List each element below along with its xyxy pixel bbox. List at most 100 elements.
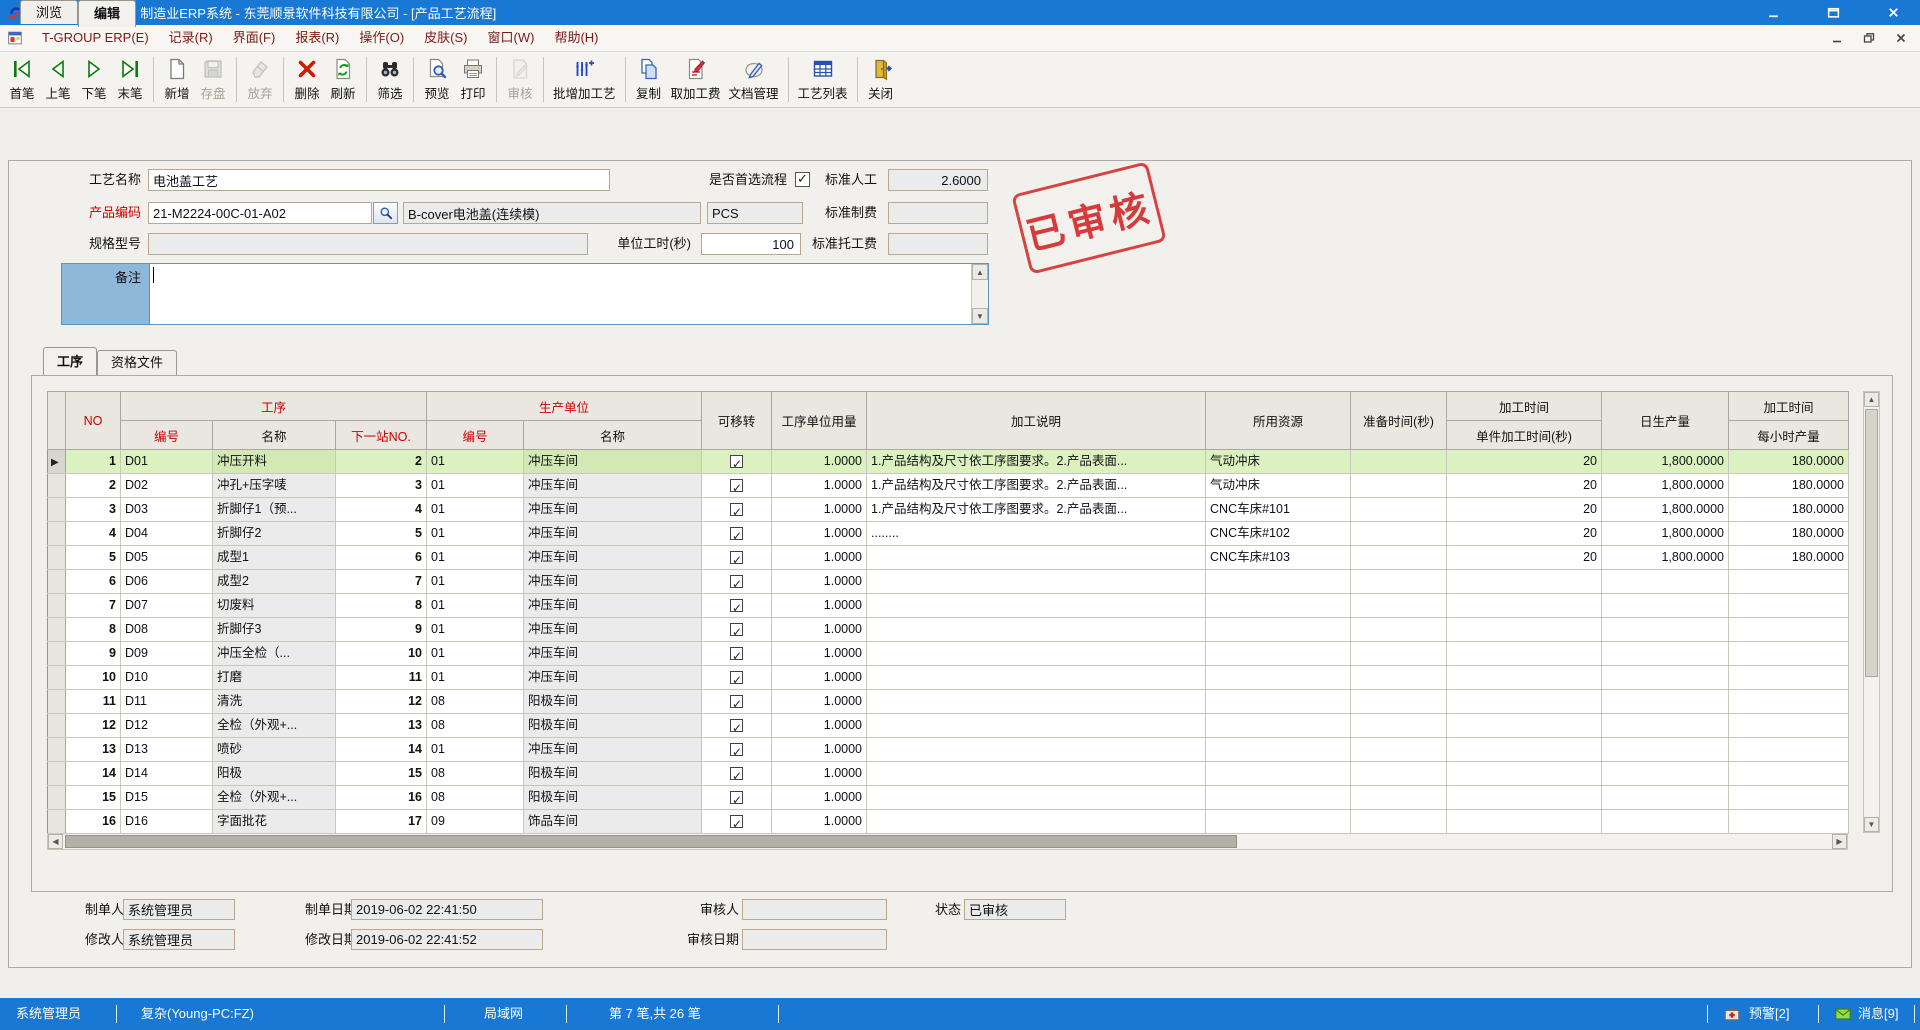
movable-checkbox[interactable] — [730, 695, 743, 708]
product-name-input[interactable] — [403, 202, 701, 224]
menu-item-0[interactable]: T-GROUP ERP(E) — [32, 25, 159, 51]
unit-input[interactable] — [707, 202, 803, 224]
movable-checkbox[interactable] — [730, 743, 743, 756]
table-row[interactable]: 13D13喷砂1401冲压车间1.0000 — [48, 738, 1849, 762]
movable-checkbox[interactable] — [730, 479, 743, 492]
toolbar-button-first-record[interactable]: 首笔 — [4, 52, 40, 107]
movable-checkbox[interactable] — [730, 503, 743, 516]
toolbar-button-last-record[interactable]: 末笔 — [112, 52, 148, 107]
scroll-right-icon[interactable]: ▶ — [1832, 834, 1847, 849]
horizontal-scroll-thumb[interactable] — [65, 835, 1237, 848]
scroll-up-icon[interactable]: ▲ — [972, 264, 988, 280]
header-process-code[interactable]: 编号 — [121, 421, 213, 450]
menu-item-6[interactable]: 窗口(W) — [478, 25, 545, 51]
header-unit-time[interactable]: 单件加工时间(秒) — [1447, 421, 1602, 450]
scroll-left-icon[interactable]: ◀ — [48, 834, 63, 849]
std-mfg-fee-input[interactable] — [888, 202, 988, 224]
vertical-scroll-thumb[interactable] — [1865, 409, 1878, 677]
table-row[interactable]: 16D16字面批花1709饰品车间1.0000 — [48, 810, 1849, 834]
statusbar-messages[interactable]: 消息[9] — [1858, 998, 1898, 1030]
remark-textarea[interactable] — [150, 264, 971, 324]
movable-checkbox[interactable] — [730, 623, 743, 636]
toolbar-button-close[interactable]: 关闭 — [863, 52, 899, 107]
tab-browse[interactable]: 浏览 — [20, 0, 78, 24]
table-row[interactable]: 3D03折脚仔1（预...401冲压车间1.00001.产品结构及尺寸依工序图要… — [48, 498, 1849, 522]
table-row[interactable]: 14D14阳极1508阳极车间1.0000 — [48, 762, 1849, 786]
table-row[interactable]: 12D12全检（外观+...1308阳极车间1.0000 — [48, 714, 1849, 738]
movable-checkbox[interactable] — [730, 599, 743, 612]
movable-checkbox[interactable] — [730, 551, 743, 564]
window-close-button[interactable] — [1880, 3, 1906, 23]
header-instruction[interactable]: 加工说明 — [867, 392, 1206, 450]
header-no[interactable]: NO — [66, 392, 121, 450]
window-restore-button[interactable] — [1820, 3, 1846, 23]
menu-item-2[interactable]: 界面(F) — [223, 25, 286, 51]
menu-item-4[interactable]: 操作(O) — [349, 25, 414, 51]
window-minimize-button[interactable] — [1760, 3, 1786, 23]
make-date-input[interactable] — [351, 899, 543, 920]
std-outsource-fee-input[interactable] — [888, 233, 988, 255]
toolbar-button-filter[interactable]: 筛选 — [372, 52, 408, 107]
movable-checkbox[interactable] — [730, 815, 743, 828]
unit-seconds-input[interactable] — [701, 233, 801, 255]
header-unit-usage[interactable]: 工序单位用量 — [772, 392, 867, 450]
header-unit-name[interactable]: 名称 — [524, 421, 702, 450]
process-name-input[interactable] — [148, 169, 610, 191]
scroll-up-icon[interactable]: ▲ — [1864, 392, 1879, 407]
header-unit-group[interactable]: 生产单位 — [427, 392, 702, 421]
toolbar-button-batch-add-process[interactable]: 批增加工艺 — [549, 52, 620, 107]
header-resource[interactable]: 所用资源 — [1206, 392, 1351, 450]
header-time-group-unit[interactable]: 加工时间 — [1447, 392, 1602, 421]
std-labor-input[interactable] — [888, 169, 988, 191]
header-process-group[interactable]: 工序 — [121, 392, 427, 421]
table-row[interactable]: 11D11清洗1208阳极车间1.0000 — [48, 690, 1849, 714]
scroll-down-icon[interactable]: ▼ — [972, 308, 988, 324]
table-row[interactable]: 5D05成型1601冲压车间1.0000CNC车床#103201,800.000… — [48, 546, 1849, 570]
maker-input[interactable] — [123, 899, 235, 920]
audit-date-input[interactable] — [742, 929, 887, 950]
toolbar-button-discard[interactable]: 放弃 — [242, 52, 278, 107]
toolbar-button-get-processing-fee[interactable]: 取加工费 — [667, 52, 725, 107]
auditor-input[interactable] — [742, 899, 887, 920]
header-time-group-hour[interactable]: 加工时间 — [1729, 392, 1849, 421]
mdi-close-button[interactable] — [1892, 30, 1910, 46]
vertical-scrollbar[interactable]: ▲ ▼ — [1863, 391, 1880, 833]
toolbar-button-next-record[interactable]: 下笔 — [76, 52, 112, 107]
product-lookup-button[interactable] — [373, 202, 398, 224]
header-movable[interactable]: 可移转 — [702, 392, 772, 450]
movable-checkbox[interactable] — [730, 791, 743, 804]
header-unit-code[interactable]: 编号 — [427, 421, 524, 450]
tab-edit[interactable]: 编辑 — [78, 0, 136, 27]
menu-item-1[interactable]: 记录(R) — [159, 25, 223, 51]
toolbar-button-save[interactable]: 存盘 — [195, 52, 231, 107]
horizontal-scrollbar[interactable]: ◀ ▶ — [47, 833, 1848, 850]
movable-checkbox[interactable] — [730, 575, 743, 588]
movable-checkbox[interactable] — [730, 767, 743, 780]
movable-checkbox[interactable] — [730, 455, 743, 468]
product-code-input[interactable] — [148, 202, 372, 224]
status-input[interactable] — [964, 899, 1066, 920]
spec-input[interactable] — [148, 233, 588, 255]
table-row[interactable]: 9D09冲压全检（...1001冲压车间1.0000 — [48, 642, 1849, 666]
toolbar-button-process-list[interactable]: 工艺列表 — [794, 52, 852, 107]
modifier-input[interactable] — [123, 929, 235, 950]
movable-checkbox[interactable] — [730, 647, 743, 660]
header-daily-output[interactable]: 日生产量 — [1602, 392, 1729, 450]
toolbar-button-preview[interactable]: 预览 — [419, 52, 455, 107]
table-row[interactable]: 4D04折脚仔2501冲压车间1.0000........CNC车床#10220… — [48, 522, 1849, 546]
toolbar-button-refresh[interactable]: 刷新 — [325, 52, 361, 107]
toolbar-button-prev-record[interactable]: 上笔 — [40, 52, 76, 107]
table-row[interactable]: 7D07切废料801冲压车间1.0000 — [48, 594, 1849, 618]
table-row[interactable]: 6D06成型2701冲压车间1.0000 — [48, 570, 1849, 594]
movable-checkbox[interactable] — [730, 719, 743, 732]
header-prep-time[interactable]: 准备时间(秒) — [1351, 392, 1447, 450]
scroll-down-icon[interactable]: ▼ — [1864, 817, 1879, 832]
header-process-name[interactable]: 名称 — [213, 421, 336, 450]
header-next-station[interactable]: 下一站NO. — [336, 421, 427, 450]
movable-checkbox[interactable] — [730, 671, 743, 684]
toolbar-button-audit[interactable]: 审核 — [502, 52, 538, 107]
tab-process[interactable]: 工序 — [43, 347, 97, 375]
toolbar-button-delete[interactable]: 删除 — [289, 52, 325, 107]
table-row[interactable]: 8D08折脚仔3901冲压车间1.0000 — [48, 618, 1849, 642]
menu-item-7[interactable]: 帮助(H) — [544, 25, 608, 51]
